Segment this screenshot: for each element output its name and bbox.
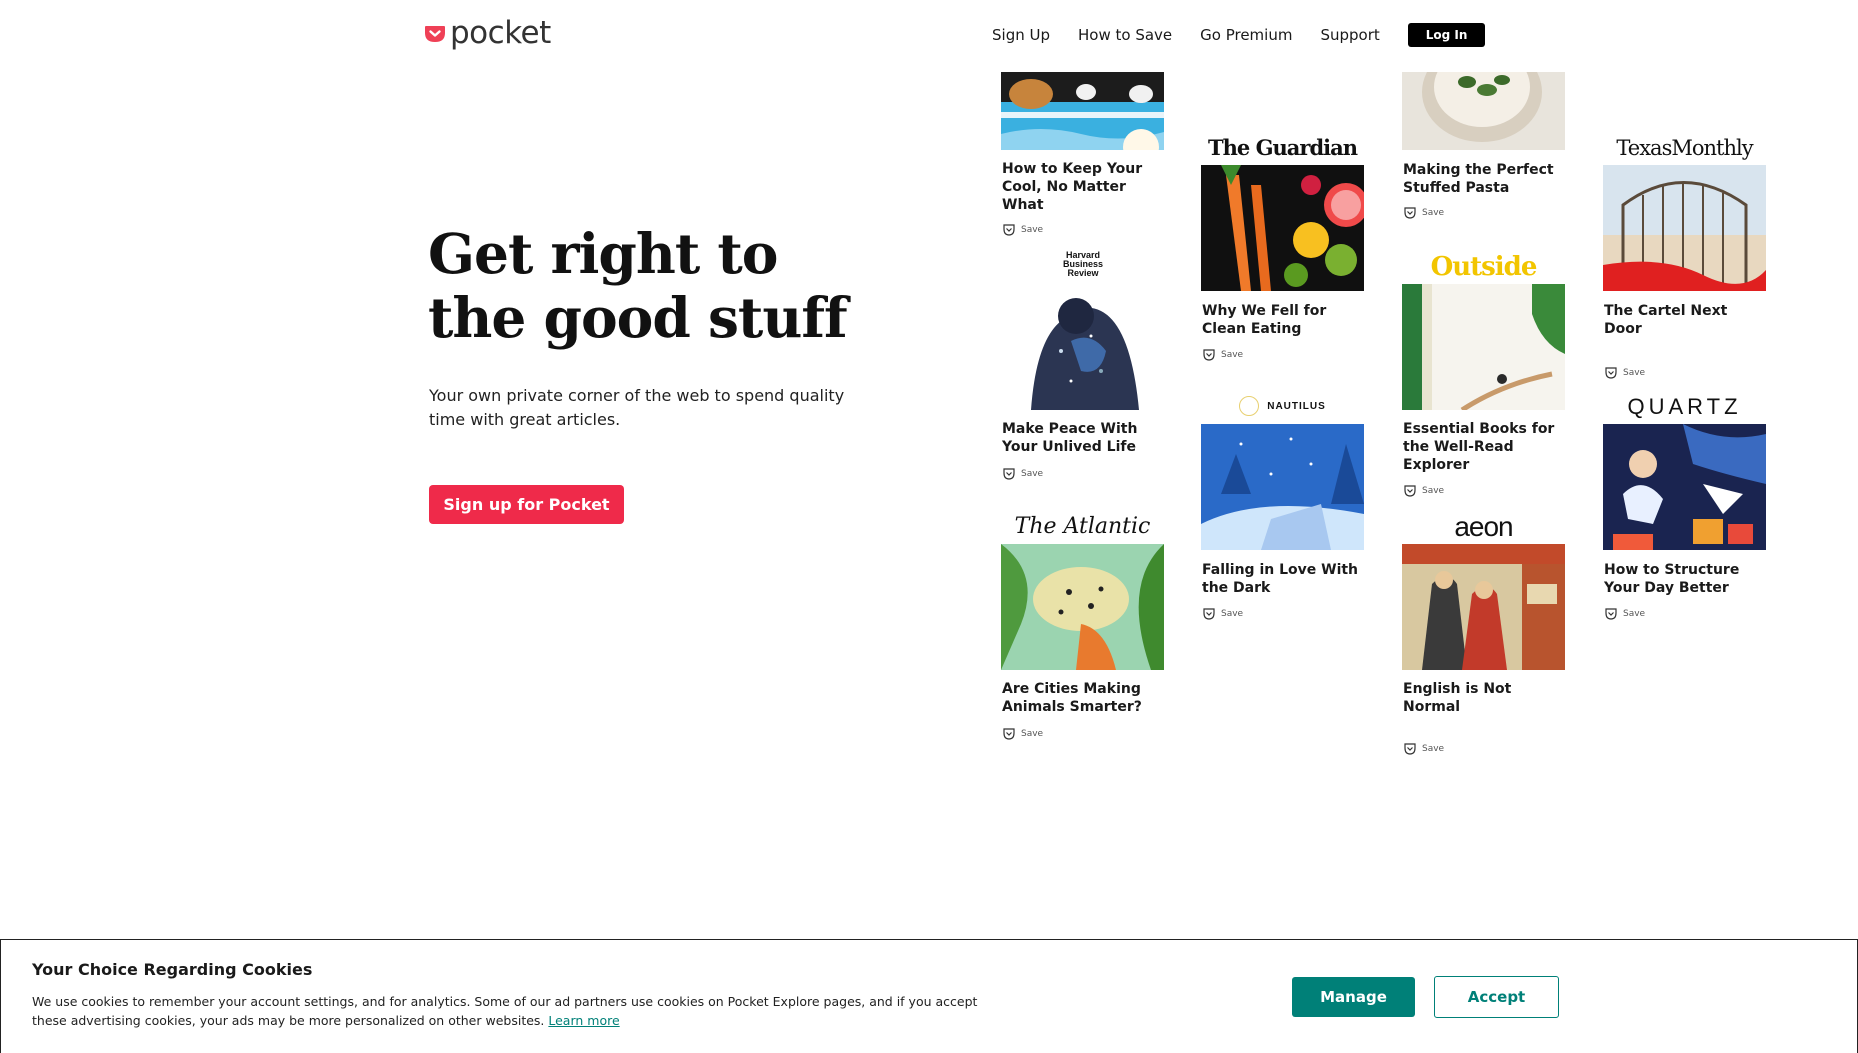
nav-support[interactable]: Support [1320,26,1379,44]
save-label: Save [1422,208,1445,218]
accept-cookies-button[interactable]: Accept [1434,976,1559,1018]
pocket-save-icon [1404,743,1416,755]
save-label: Save [1021,729,1044,739]
article-title[interactable]: Are Cities Making Animals Smarter? [1001,680,1164,716]
article-thumbnail [1001,281,1164,410]
article-thumbnail [1402,72,1565,150]
pocket-save-icon [1404,485,1416,497]
save-button[interactable]: Save [1001,223,1164,237]
article-illustration [1221,165,1364,291]
article-illustration [1613,424,1766,550]
publisher-logo: TexasMonthly [1616,136,1753,160]
article-thumbnail [1201,424,1364,550]
article-thumbnail [1201,165,1364,291]
save-button[interactable]: Save [1201,607,1364,621]
article-thumbnail [1603,165,1766,291]
login-button[interactable]: Log In [1407,23,1486,47]
pocket-save-icon [1003,728,1015,740]
save-label: Save [1623,368,1646,378]
publisher-logo: aeon [1454,511,1513,542]
publisher-logo: The Guardian [1208,135,1358,160]
article-card[interactable]: NAUTILUS Falling in Love With the Dark S… [1201,390,1364,621]
article-illustration [1001,544,1164,670]
nav-go-premium[interactable]: Go Premium [1200,26,1292,44]
article-card[interactable]: The Atlantic Are Cities Making Animals S… [1001,510,1164,741]
save-label: Save [1021,469,1044,479]
cookie-banner-text: We use cookies to remember your account … [32,992,1012,1030]
article-title[interactable]: The Cartel Next Door [1603,302,1766,338]
save-button[interactable]: Save [1201,348,1364,362]
pocket-save-icon [1003,224,1015,236]
article-card[interactable]: Making the Perfect Stuffed Pasta Save [1402,72,1565,220]
save-label: Save [1623,609,1646,619]
pocket-save-icon [1605,367,1617,379]
article-card[interactable]: QUARTZ How to Structure Your Day Better … [1603,390,1766,621]
article-title[interactable]: Falling in Love With the Dark [1201,561,1364,597]
learn-more-link[interactable]: Learn more [548,1013,619,1028]
save-button[interactable]: Save [1402,206,1565,220]
save-label: Save [1221,350,1244,360]
publisher-logo: NAUTILUS [1201,390,1364,424]
save-label: Save [1422,744,1445,754]
manage-cookies-button[interactable]: Manage [1292,977,1415,1017]
save-button[interactable]: Save [1001,467,1164,481]
save-button[interactable]: Save [1603,366,1766,380]
publisher-logo: QUARTZ [1627,394,1742,419]
logo-wordmark: pocket [450,15,551,51]
pocket-save-icon [1003,468,1015,480]
article-illustration [1402,284,1565,410]
nautilus-shell-icon [1239,396,1260,417]
cookie-description: We use cookies to remember your account … [32,994,978,1028]
article-thumbnail [1603,424,1766,550]
cookie-banner-title: Your Choice Regarding Cookies [32,960,313,979]
pocket-logo[interactable]: pocket [424,18,551,49]
nav-sign-up[interactable]: Sign Up [992,26,1050,44]
pocket-save-icon [1605,608,1617,620]
article-thumbnail [1402,544,1565,670]
site-header: pocket Sign Up How to Save Go Premium Su… [0,0,1858,72]
article-title[interactable]: How to Structure Your Day Better [1603,561,1766,597]
publisher-logo: Harvard Business Review [1062,251,1104,278]
article-illustration [1422,72,1542,142]
publisher-name: NAUTILUS [1267,401,1326,412]
article-thumbnail [1001,544,1164,670]
article-card[interactable]: Outside Essential Books for the Well-Rea… [1402,250,1565,498]
save-button[interactable]: Save [1402,484,1565,498]
article-illustration [1402,544,1565,670]
pocket-save-icon [1404,207,1416,219]
article-title[interactable]: Essential Books for the Well-Read Explor… [1402,420,1565,474]
save-button[interactable]: Save [1603,607,1766,621]
article-illustration [1201,437,1364,550]
article-title[interactable]: How to Keep Your Cool, No Matter What [1001,160,1164,214]
save-label: Save [1221,609,1244,619]
article-card[interactable]: How to Keep Your Cool, No Matter What Sa… [1001,72,1164,237]
article-illustration [1031,298,1139,410]
article-thumbnail [1001,72,1164,150]
article-card[interactable]: The Guardian Why We Fell for Clean Eatin… [1201,131,1364,362]
pocket-save-icon [1203,349,1215,361]
save-button[interactable]: Save [1402,742,1565,756]
article-illustration [1603,165,1766,291]
article-card[interactable]: TexasMonthly The Cartel Next Door Save [1603,131,1766,380]
publisher-logo: The Atlantic [1014,514,1151,539]
article-title[interactable]: Making the Perfect Stuffed Pasta [1402,161,1565,197]
nav-how-to-save[interactable]: How to Save [1078,26,1172,44]
article-card[interactable]: aeon English is Not Normal Save [1402,510,1565,756]
pocket-logo-icon [425,25,445,42]
article-thumbnail [1402,284,1565,410]
save-button[interactable]: Save [1001,727,1164,741]
article-title[interactable]: Make Peace With Your Unlived Life [1001,420,1164,456]
publisher-logo: Outside [1430,252,1538,282]
cookie-banner: Your Choice Regarding Cookies We use coo… [0,939,1858,1053]
article-title[interactable]: English is Not Normal [1402,680,1565,716]
save-label: Save [1021,225,1044,235]
article-card[interactable]: Harvard Business Review Make Peace With … [1001,251,1164,481]
article-illustration [1001,72,1164,150]
pocket-save-icon [1203,608,1215,620]
article-grid: How to Keep Your Cool, No Matter What Sa… [0,0,1858,760]
main-nav: Sign Up How to Save Go Premium Support L… [992,23,1486,47]
article-title[interactable]: Why We Fell for Clean Eating [1201,302,1364,338]
save-label: Save [1422,486,1445,496]
